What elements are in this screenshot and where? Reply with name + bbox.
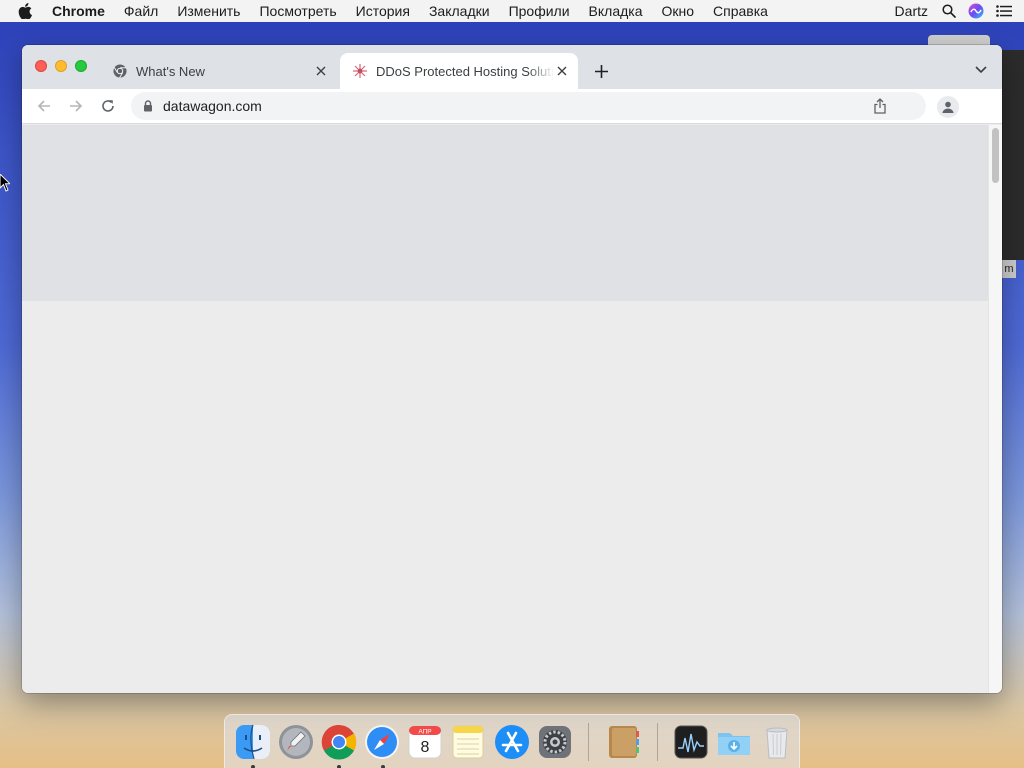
tab-close-icon[interactable]	[554, 63, 570, 79]
tab-close-icon[interactable]	[313, 63, 329, 79]
dock: АПР 8	[224, 714, 800, 768]
chrome-icon	[112, 63, 128, 79]
back-arrow-icon[interactable]	[35, 97, 53, 115]
control-center-icon[interactable]	[996, 5, 1012, 17]
window-minimize-button[interactable]	[55, 60, 67, 72]
menu-edit[interactable]: Изменить	[177, 3, 240, 19]
notes-icon[interactable]	[449, 722, 488, 762]
reload-icon[interactable]	[99, 97, 117, 115]
menu-tab[interactable]: Вкладка	[589, 3, 643, 19]
menu-bar-status: Dartz	[895, 0, 1024, 22]
page-hero-placeholder	[22, 125, 988, 301]
new-tab-plus-icon[interactable]	[592, 62, 610, 80]
forward-arrow-icon[interactable]	[67, 97, 85, 115]
trash-icon[interactable]	[758, 722, 797, 762]
menu-history[interactable]: История	[356, 3, 410, 19]
page-content	[22, 125, 988, 693]
launchpad-icon[interactable]	[276, 722, 315, 762]
dock-separator	[656, 723, 658, 761]
calendar-icon[interactable]: АПР 8	[406, 722, 445, 762]
tab-datawagon[interactable]: DDoS Protected Hosting Solutions	[340, 53, 578, 89]
downloads-folder-icon[interactable]	[715, 722, 754, 762]
lock-icon[interactable]	[143, 100, 153, 112]
menu-app-name[interactable]: Chrome	[52, 3, 105, 19]
chrome-icon[interactable]	[319, 722, 358, 768]
system-preferences-icon[interactable]	[535, 722, 574, 762]
chrome-window: What's New DDoS Protected Hosting Soluti…	[22, 45, 1002, 693]
safari-icon[interactable]	[363, 722, 402, 768]
mouse-cursor-icon	[0, 173, 12, 197]
svg-text:АПР: АПР	[419, 729, 432, 736]
app-store-icon[interactable]	[492, 722, 531, 762]
tab-title: DDoS Protected Hosting Solutions	[376, 63, 554, 79]
window-maximize-button[interactable]	[75, 60, 87, 72]
spotlight-icon[interactable]	[942, 4, 956, 18]
tab-strip: What's New DDoS Protected Hosting Soluti…	[22, 45, 1002, 89]
menu-help[interactable]: Справка	[713, 3, 768, 19]
contacts-icon[interactable]	[603, 722, 642, 762]
tab-whats-new[interactable]: What's New	[100, 53, 337, 89]
menu-window[interactable]: Окно	[662, 3, 695, 19]
address-bar[interactable]: datawagon.com	[131, 92, 926, 120]
menu-profiles[interactable]: Профили	[509, 3, 570, 19]
finder-icon[interactable]	[233, 722, 272, 768]
browser-toolbar: datawagon.com	[22, 89, 1002, 124]
share-icon[interactable]	[874, 98, 886, 114]
apple-icon[interactable]	[18, 3, 38, 19]
menu-user-name[interactable]: Dartz	[895, 3, 928, 19]
profile-avatar-icon[interactable]	[937, 96, 959, 118]
siri-icon[interactable]	[968, 3, 984, 19]
background-window-tag: m	[1002, 260, 1016, 278]
menu-bookmarks[interactable]: Закладки	[429, 3, 490, 19]
dock-separator	[588, 723, 590, 761]
window-close-button[interactable]	[35, 60, 47, 72]
menu-bar: Chrome Файл Изменить Посмотреть История …	[0, 0, 1024, 22]
svg-text:8: 8	[421, 739, 430, 756]
background-window-edge[interactable]	[1002, 50, 1024, 260]
page-scrollbar[interactable]	[988, 125, 1002, 693]
page-scrollbar-thumb[interactable]	[992, 128, 999, 183]
tab-title: What's New	[136, 63, 205, 79]
menu-view[interactable]: Посмотреть	[259, 3, 336, 19]
address-bar-url: datawagon.com	[163, 98, 262, 114]
tab-search-chevron-icon[interactable]	[974, 63, 988, 77]
datawagon-icon	[352, 63, 368, 79]
menu-file[interactable]: Файл	[124, 3, 158, 19]
activity-monitor-icon[interactable]	[672, 722, 711, 762]
